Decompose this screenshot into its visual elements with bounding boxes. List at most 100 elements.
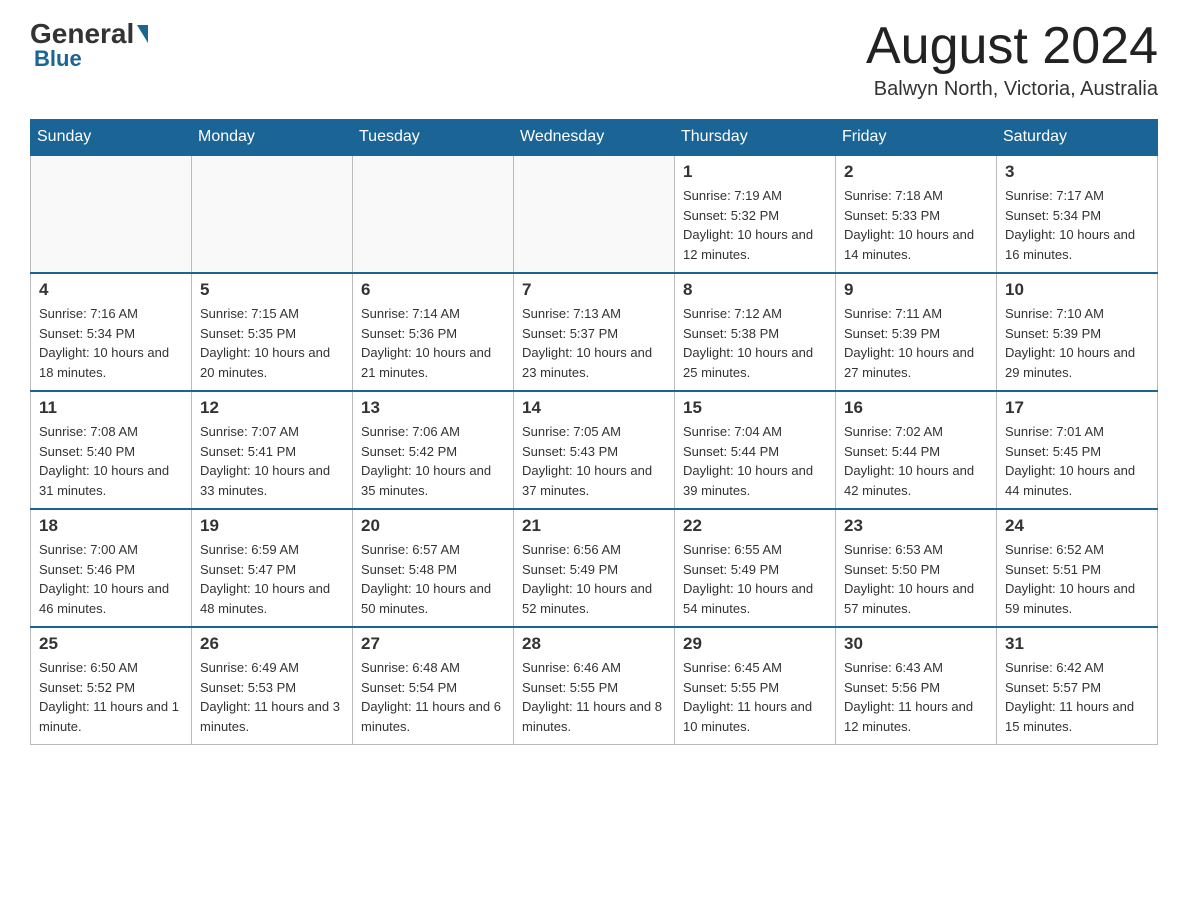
day-number: 18	[39, 516, 183, 536]
day-info: Sunrise: 6:53 AMSunset: 5:50 PMDaylight:…	[844, 540, 988, 618]
day-number: 17	[1005, 398, 1149, 418]
day-info: Sunrise: 6:48 AMSunset: 5:54 PMDaylight:…	[361, 658, 505, 736]
day-info: Sunrise: 7:06 AMSunset: 5:42 PMDaylight:…	[361, 422, 505, 500]
calendar-cell: 31 Sunrise: 6:42 AMSunset: 5:57 PMDayligh…	[997, 627, 1158, 745]
calendar-cell: 14Sunrise: 7:05 AMSunset: 5:43 PMDayligh…	[514, 391, 675, 509]
calendar-cell: 27 Sunrise: 6:48 AMSunset: 5:54 PMDayligh…	[353, 627, 514, 745]
day-number: 20	[361, 516, 505, 536]
day-number: 9	[844, 280, 988, 300]
calendar-week-row: 11 Sunrise: 7:08 AMSunset: 5:40 PMDayligh…	[31, 391, 1158, 509]
day-number: 31	[1005, 634, 1149, 654]
day-number: 12	[200, 398, 344, 418]
weekday-header-thursday: Thursday	[675, 120, 836, 156]
day-number: 16	[844, 398, 988, 418]
calendar-cell: 4 Sunrise: 7:16 AMSunset: 5:34 PMDaylight…	[31, 273, 192, 391]
calendar-cell	[31, 155, 192, 273]
day-number: 8	[683, 280, 827, 300]
calendar-cell: 9 Sunrise: 7:11 AMSunset: 5:39 PMDaylight…	[836, 273, 997, 391]
day-info: Sunrise: 7:08 AMSunset: 5:40 PMDaylight:…	[39, 422, 183, 500]
calendar-week-row: 18Sunrise: 7:00 AMSunset: 5:46 PMDayligh…	[31, 509, 1158, 627]
calendar-cell: 17 Sunrise: 7:01 AMSunset: 5:45 PMDayligh…	[997, 391, 1158, 509]
day-number: 22	[683, 516, 827, 536]
calendar-table: SundayMondayTuesdayWednesdayThursdayFrid…	[30, 119, 1158, 745]
day-number: 25	[39, 634, 183, 654]
calendar-cell: 12Sunrise: 7:07 AMSunset: 5:41 PMDayligh…	[192, 391, 353, 509]
day-number: 26	[200, 634, 344, 654]
calendar-cell	[514, 155, 675, 273]
day-info: Sunrise: 6:43 AMSunset: 5:56 PMDaylight:…	[844, 658, 988, 736]
calendar-cell: 22Sunrise: 6:55 AMSunset: 5:49 PMDayligh…	[675, 509, 836, 627]
calendar-cell	[353, 155, 514, 273]
calendar-cell: 6 Sunrise: 7:14 AMSunset: 5:36 PMDaylight…	[353, 273, 514, 391]
day-number: 4	[39, 280, 183, 300]
day-number: 11	[39, 398, 183, 418]
day-info: Sunrise: 7:19 AMSunset: 5:32 PMDaylight:…	[683, 186, 827, 264]
day-number: 7	[522, 280, 666, 300]
calendar-cell: 30 Sunrise: 6:43 AMSunset: 5:56 PMDayligh…	[836, 627, 997, 745]
day-info: Sunrise: 7:11 AMSunset: 5:39 PMDaylight:…	[844, 304, 988, 382]
day-info: Sunrise: 7:10 AMSunset: 5:39 PMDaylight:…	[1005, 304, 1149, 382]
day-number: 14	[522, 398, 666, 418]
month-title: August 2024	[866, 20, 1158, 72]
calendar-cell: 7 Sunrise: 7:13 AMSunset: 5:37 PMDaylight…	[514, 273, 675, 391]
weekday-header-friday: Friday	[836, 120, 997, 156]
calendar-cell: 5Sunrise: 7:15 AMSunset: 5:35 PMDaylight…	[192, 273, 353, 391]
day-info: Sunrise: 6:52 AMSunset: 5:51 PMDaylight:…	[1005, 540, 1149, 618]
day-info: Sunrise: 6:57 AMSunset: 5:48 PMDaylight:…	[361, 540, 505, 618]
calendar-cell	[192, 155, 353, 273]
calendar-cell: 28Sunrise: 6:46 AMSunset: 5:55 PMDayligh…	[514, 627, 675, 745]
calendar-cell: 15 Sunrise: 7:04 AMSunset: 5:44 PMDayligh…	[675, 391, 836, 509]
day-info: Sunrise: 7:01 AMSunset: 5:45 PMDaylight:…	[1005, 422, 1149, 500]
calendar-cell: 11 Sunrise: 7:08 AMSunset: 5:40 PMDayligh…	[31, 391, 192, 509]
day-number: 13	[361, 398, 505, 418]
day-number: 19	[200, 516, 344, 536]
day-info: Sunrise: 6:59 AMSunset: 5:47 PMDaylight:…	[200, 540, 344, 618]
calendar-cell: 8 Sunrise: 7:12 AMSunset: 5:38 PMDaylight…	[675, 273, 836, 391]
day-number: 29	[683, 634, 827, 654]
day-number: 24	[1005, 516, 1149, 536]
day-info: Sunrise: 7:16 AMSunset: 5:34 PMDaylight:…	[39, 304, 183, 382]
calendar-cell: 13 Sunrise: 7:06 AMSunset: 5:42 PMDayligh…	[353, 391, 514, 509]
calendar-cell: 18Sunrise: 7:00 AMSunset: 5:46 PMDayligh…	[31, 509, 192, 627]
calendar-cell: 23 Sunrise: 6:53 AMSunset: 5:50 PMDayligh…	[836, 509, 997, 627]
day-info: Sunrise: 7:13 AMSunset: 5:37 PMDaylight:…	[522, 304, 666, 382]
calendar-cell: 1 Sunrise: 7:19 AMSunset: 5:32 PMDaylight…	[675, 155, 836, 273]
logo-blue: Blue	[30, 46, 82, 72]
weekday-header-monday: Monday	[192, 120, 353, 156]
weekday-header-sunday: Sunday	[31, 120, 192, 156]
day-number: 30	[844, 634, 988, 654]
calendar-cell: 26 Sunrise: 6:49 AMSunset: 5:53 PMDayligh…	[192, 627, 353, 745]
day-number: 2	[844, 162, 988, 182]
weekday-header-tuesday: Tuesday	[353, 120, 514, 156]
calendar-cell: 20 Sunrise: 6:57 AMSunset: 5:48 PMDayligh…	[353, 509, 514, 627]
logo-general: General	[30, 20, 134, 48]
calendar-week-row: 4 Sunrise: 7:16 AMSunset: 5:34 PMDaylight…	[31, 273, 1158, 391]
day-number: 3	[1005, 162, 1149, 182]
calendar-week-row: 25 Sunrise: 6:50 AMSunset: 5:52 PMDayligh…	[31, 627, 1158, 745]
calendar-cell: 24 Sunrise: 6:52 AMSunset: 5:51 PMDayligh…	[997, 509, 1158, 627]
day-info: Sunrise: 6:50 AMSunset: 5:52 PMDaylight:…	[39, 658, 183, 736]
calendar-cell: 10Sunrise: 7:10 AMSunset: 5:39 PMDayligh…	[997, 273, 1158, 391]
day-info: Sunrise: 6:49 AMSunset: 5:53 PMDaylight:…	[200, 658, 344, 736]
weekday-header-row: SundayMondayTuesdayWednesdayThursdayFrid…	[31, 120, 1158, 156]
day-info: Sunrise: 7:17 AMSunset: 5:34 PMDaylight:…	[1005, 186, 1149, 264]
calendar-cell: 25 Sunrise: 6:50 AMSunset: 5:52 PMDayligh…	[31, 627, 192, 745]
calendar-cell: 2Sunrise: 7:18 AMSunset: 5:33 PMDaylight…	[836, 155, 997, 273]
calendar-week-row: 1 Sunrise: 7:19 AMSunset: 5:32 PMDaylight…	[31, 155, 1158, 273]
logo-triangle-icon	[137, 25, 148, 43]
day-info: Sunrise: 7:04 AMSunset: 5:44 PMDaylight:…	[683, 422, 827, 500]
weekday-header-wednesday: Wednesday	[514, 120, 675, 156]
day-number: 1	[683, 162, 827, 182]
day-info: Sunrise: 6:56 AMSunset: 5:49 PMDaylight:…	[522, 540, 666, 618]
title-block: August 2024 Balwyn North, Victoria, Aust…	[866, 20, 1158, 101]
day-number: 23	[844, 516, 988, 536]
day-number: 27	[361, 634, 505, 654]
day-info: Sunrise: 7:15 AMSunset: 5:35 PMDaylight:…	[200, 304, 344, 382]
day-info: Sunrise: 6:42 AMSunset: 5:57 PMDaylight:…	[1005, 658, 1149, 736]
day-info: Sunrise: 7:12 AMSunset: 5:38 PMDaylight:…	[683, 304, 827, 382]
page-header: General Blue August 2024 Balwyn North, V…	[30, 20, 1158, 101]
day-number: 21	[522, 516, 666, 536]
day-info: Sunrise: 7:14 AMSunset: 5:36 PMDaylight:…	[361, 304, 505, 382]
day-number: 15	[683, 398, 827, 418]
day-number: 6	[361, 280, 505, 300]
